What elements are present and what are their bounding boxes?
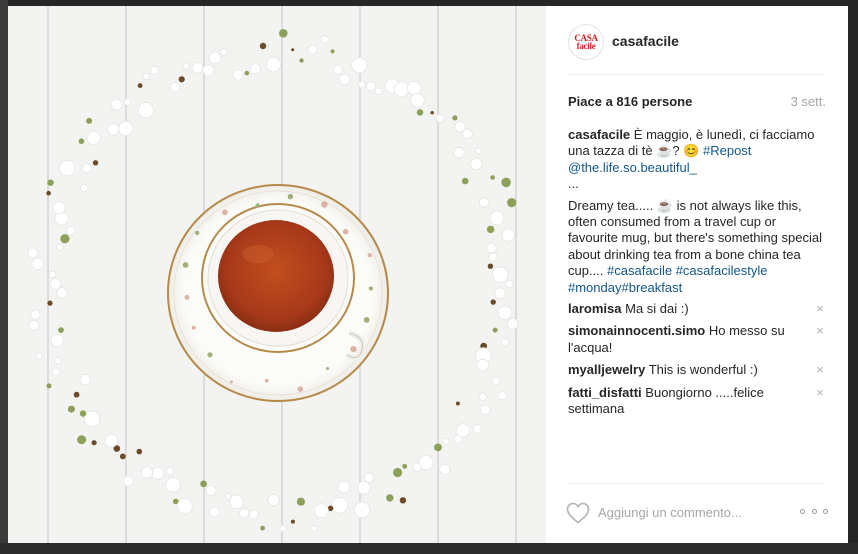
comment-item: myalljewelry This is wonderful :) × bbox=[568, 362, 826, 378]
dot bbox=[823, 508, 828, 514]
backdrop-bottom bbox=[0, 543, 858, 554]
comment-item: laromisa Ma si dai :) × bbox=[568, 301, 826, 317]
account-username[interactable]: casafacile bbox=[612, 33, 679, 49]
hashtag-link[interactable]: #breakfast bbox=[621, 280, 682, 295]
divider bbox=[568, 74, 824, 75]
post-photo[interactable] bbox=[8, 6, 546, 543]
tea-cup-photo bbox=[8, 6, 546, 543]
comment-username[interactable]: fatti_disfatti bbox=[568, 385, 642, 400]
dot bbox=[800, 508, 805, 514]
avatar-logo-text-2: facile bbox=[576, 41, 596, 51]
caption-ellipsis: ... bbox=[568, 176, 579, 192]
hashtag-link[interactable]: #casafacilestyle bbox=[676, 263, 768, 278]
mention-link[interactable]: @the.life.so.beautiful_ bbox=[568, 160, 697, 175]
comment-username[interactable]: simonainnocenti.simo bbox=[568, 323, 705, 338]
comment-item: simonainnocenti.simo Ho messo su l'acqua… bbox=[568, 323, 826, 356]
close-icon[interactable]: × bbox=[814, 362, 826, 378]
close-icon[interactable]: × bbox=[814, 323, 826, 339]
post-time[interactable]: 3 sett. bbox=[791, 94, 826, 109]
likes-count[interactable]: Piace a 816 persone bbox=[568, 94, 692, 109]
comment-text: Ma si dai :) bbox=[625, 301, 689, 317]
close-icon[interactable]: × bbox=[814, 385, 826, 401]
heart-icon[interactable] bbox=[566, 502, 590, 524]
caption-username[interactable]: casafacile bbox=[568, 127, 630, 142]
more-options-icon[interactable] bbox=[800, 504, 828, 518]
post-header: CASA facile casafacile bbox=[546, 6, 848, 74]
avatar[interactable]: CASA facile bbox=[568, 24, 604, 60]
dot bbox=[811, 508, 817, 514]
post-footer bbox=[546, 484, 848, 543]
backdrop-left bbox=[0, 0, 8, 554]
close-icon[interactable]: × bbox=[814, 301, 826, 317]
comments-list: casafacile È maggio, è lunedì, ci faccia… bbox=[568, 127, 826, 424]
likes-row: Piace a 816 persone 3 sett. bbox=[568, 94, 826, 112]
comment-text: This is wonderful :) bbox=[648, 362, 758, 378]
caption-italian: casafacile È maggio, è lunedì, ci faccia… bbox=[568, 127, 826, 193]
caption-english: Dreamy tea..... ☕ is not always like thi… bbox=[568, 198, 826, 296]
hashtag-link[interactable]: #casafacile bbox=[607, 263, 672, 278]
post-details-panel: CASA facile casafacile Piace a 816 perso… bbox=[546, 6, 848, 543]
comment-username[interactable]: myalljewelry bbox=[568, 362, 645, 377]
comment-item: fatti_disfatti Buongiorno .....felice se… bbox=[568, 385, 826, 418]
caption: casafacile È maggio, è lunedì, ci faccia… bbox=[568, 127, 826, 296]
comment-input[interactable] bbox=[598, 502, 788, 522]
comment-username[interactable]: laromisa bbox=[568, 301, 621, 316]
hashtag-link[interactable]: #monday bbox=[568, 280, 621, 295]
hashtag-repost[interactable]: #Repost bbox=[703, 143, 751, 158]
